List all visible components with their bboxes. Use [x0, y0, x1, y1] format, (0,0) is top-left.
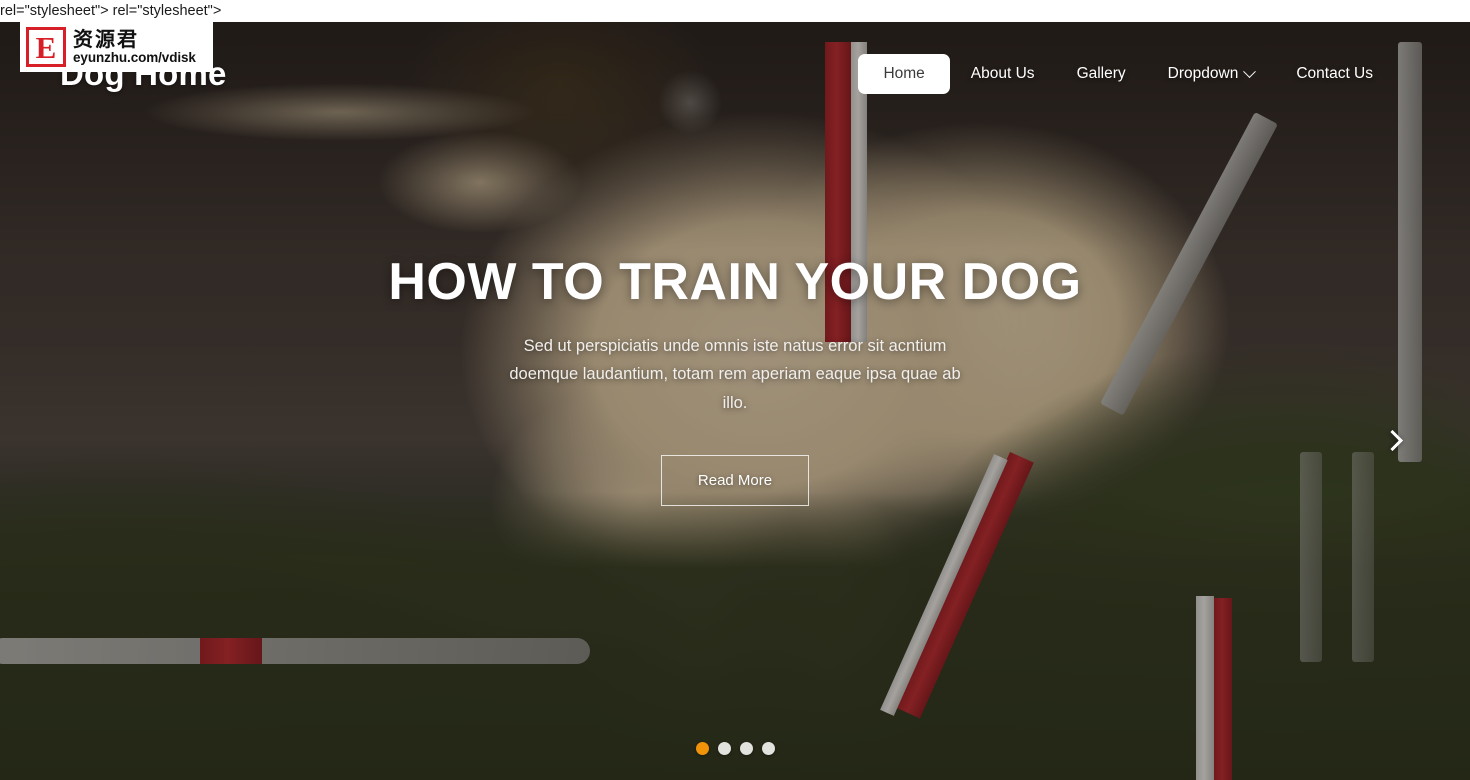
nav-item-home[interactable]: Home — [858, 54, 950, 94]
nav-item-contact-us[interactable]: Contact Us — [1275, 54, 1394, 94]
slider-dot-3[interactable] — [739, 742, 753, 755]
slider-pagination — [0, 742, 1470, 755]
stray-markup-text: rel="stylesheet"> rel="stylesheet"> — [0, 0, 1470, 22]
nav-item-dropdown[interactable]: Dropdown — [1147, 54, 1276, 94]
watermark-url: eyunzhu.com/vdisk — [73, 50, 196, 65]
nav-item-about-us-label: About Us — [970, 65, 1035, 82]
read-more-button[interactable]: Read More — [660, 455, 810, 507]
hero-title: HOW TO TRAIN YOUR DOG — [388, 252, 1082, 311]
chevron-right-icon — [1381, 429, 1403, 451]
chevron-left-icon — [67, 429, 88, 450]
main-navigation: Home About Us Gallery Dropdown Contact U… — [858, 54, 1394, 94]
nav-item-about-us[interactable]: About Us — [950, 54, 1056, 94]
chevron-down-icon — [1243, 64, 1257, 78]
watermark-overlay: E 资源君 eyunzhu.com/vdisk — [20, 22, 213, 72]
nav-item-gallery[interactable]: Gallery — [1056, 54, 1147, 94]
watermark-text: 资源君 eyunzhu.com/vdisk — [73, 28, 196, 66]
nav-item-dropdown-label: Dropdown — [1167, 65, 1239, 82]
slider-dot-1[interactable] — [695, 742, 709, 755]
hero-subtitle: Sed ut perspiciatis unde omnis iste natu… — [509, 336, 961, 412]
watermark-logo-icon: E — [26, 27, 66, 67]
nav-item-contact-us-label: Contact Us — [1296, 65, 1373, 82]
nav-item-gallery-label: Gallery — [1076, 65, 1126, 82]
slider-dot-2[interactable] — [717, 742, 731, 755]
site-header: Dog Home Home About Us Gallery Dropdown … — [0, 22, 1470, 126]
hero-slider: Dog Home Home About Us Gallery Dropdown … — [0, 22, 1470, 780]
hero-content: HOW TO TRAIN YOUR DOG Sed ut perspiciati… — [0, 22, 1470, 780]
watermark-site-name: 资源君 — [73, 27, 139, 51]
watermark-logo-letter: E — [35, 29, 57, 65]
nav-item-home-label: Home — [883, 65, 925, 82]
slider-dot-4[interactable] — [761, 742, 775, 755]
slider-next-button[interactable] — [1370, 418, 1414, 462]
